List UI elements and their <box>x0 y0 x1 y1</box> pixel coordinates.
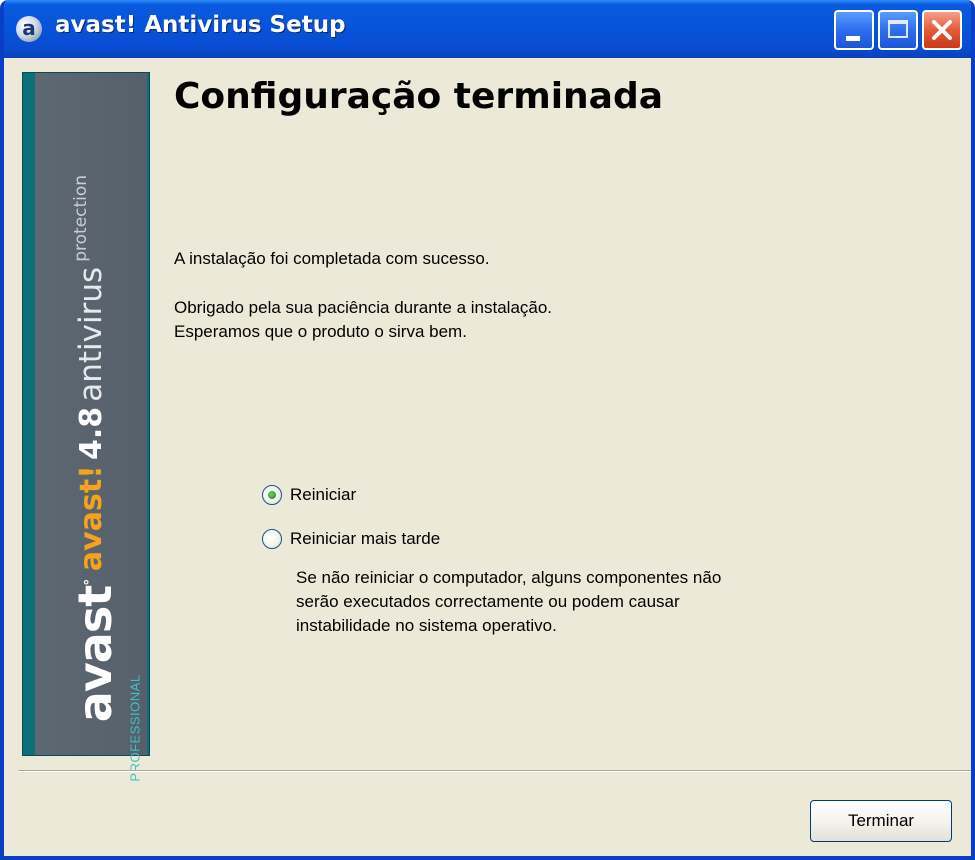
window-title: avast! Antivirus Setup <box>55 12 346 38</box>
avast-logo-icon: a <box>16 16 42 42</box>
title-bar[interactable]: a avast! Antivirus Setup <box>4 0 971 58</box>
edition-label: PROFESSIONAL <box>127 674 143 782</box>
page-title: Configuração terminada <box>174 76 664 117</box>
setup-window: a avast! Antivirus Setup avast! 4.8 anti… <box>0 0 975 860</box>
minimize-button[interactable] <box>834 10 874 50</box>
restart-warning-line-1: Se não reiniciar o computador, alguns co… <box>296 568 722 587</box>
close-icon <box>932 20 952 40</box>
restart-later-radio[interactable] <box>262 529 282 549</box>
product-brand: avast! 4.8 antivirus protection <box>71 174 109 572</box>
restart-now-option[interactable]: Reiniciar <box>262 482 356 508</box>
restart-warning-line-2: serão executados correctamente ou podem … <box>296 592 680 611</box>
brand-product: antivirus <box>73 266 109 402</box>
brand-tagline: protection <box>71 174 91 262</box>
thanks-message: Obrigado pela sua paciência durante a in… <box>174 298 553 317</box>
restart-warning-line-3: instabilidade no sistema operativo. <box>296 616 557 635</box>
minimize-icon <box>846 36 860 41</box>
close-button[interactable] <box>922 10 962 50</box>
restart-now-label[interactable]: Reiniciar <box>290 485 356 505</box>
avast-wordmark-logo: avast° <box>68 580 122 722</box>
maximize-icon <box>888 20 908 38</box>
restart-later-label[interactable]: Reiniciar mais tarde <box>290 529 440 549</box>
footer-separator <box>18 770 971 772</box>
sidebar-panel: avast! 4.8 antivirus protection avast° P… <box>35 73 147 782</box>
restart-later-option[interactable]: Reiniciar mais tarde <box>262 526 440 552</box>
brand-sidebar: avast! 4.8 antivirus protection avast° P… <box>22 72 150 782</box>
maximize-button[interactable] <box>878 10 918 50</box>
logo-text: avast <box>68 585 122 723</box>
logo-mark: ° <box>82 579 99 586</box>
brand-version: 4.8 <box>74 406 109 461</box>
finish-button[interactable]: Terminar <box>810 800 952 842</box>
wish-message: Esperamos que o produto o sirva bem. <box>174 322 467 341</box>
restart-now-radio[interactable] <box>262 485 282 505</box>
brand-name: avast! <box>74 465 109 572</box>
success-message: A instalação foi completada com sucesso. <box>174 249 490 268</box>
